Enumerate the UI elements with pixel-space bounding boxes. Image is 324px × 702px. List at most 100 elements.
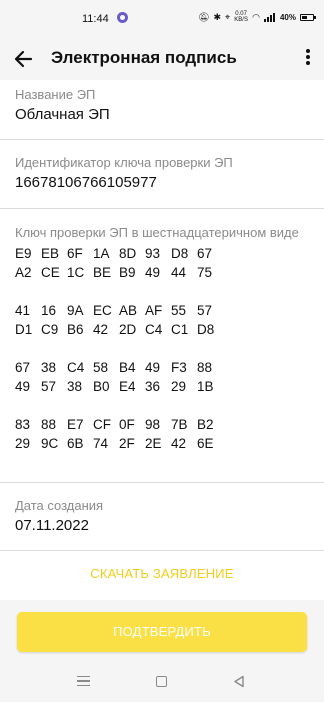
public-key-field: Ключ проверки ЭП в шестнадцатеричном вид…: [15, 225, 315, 453]
key-byte: 55: [171, 303, 187, 318]
key-byte: 75: [197, 265, 213, 280]
created-date-field: Дата создания 07.11.2022: [15, 498, 315, 535]
back-button[interactable]: [10, 46, 38, 72]
key-byte: 1C: [67, 265, 85, 280]
key-byte: 6B: [67, 436, 84, 451]
key-byte: 7B: [171, 417, 188, 432]
key-byte: 9A: [67, 303, 84, 318]
key-byte: 6E: [197, 436, 214, 451]
key-byte: 88: [41, 417, 57, 432]
home-icon[interactable]: [156, 676, 167, 687]
key-byte: 58: [93, 360, 109, 375]
key-byte: 1B: [197, 379, 214, 394]
key-byte: 2F: [119, 436, 135, 451]
key-byte: AB: [119, 303, 138, 318]
key-byte: E7: [67, 417, 84, 432]
key-byte: D8: [197, 322, 215, 337]
key-byte: C9: [41, 322, 59, 337]
key-byte: 8D: [119, 246, 137, 261]
public-key-label: Ключ проверки ЭП в шестнадцатеричном вид…: [15, 225, 299, 240]
key-row: 67 38 C4 58 B4 49 F3 88: [15, 358, 315, 377]
key-byte: 74: [93, 436, 109, 451]
key-byte: B0: [93, 379, 110, 394]
key-byte: 93: [145, 246, 161, 261]
key-byte: 49: [145, 360, 161, 375]
divider: [0, 482, 324, 483]
key-byte: C1: [171, 322, 189, 337]
download-application-link[interactable]: СКАЧАТЬ ЗАЯВЛЕНИЕ: [0, 566, 324, 581]
key-byte: 1A: [93, 246, 110, 261]
divider: [0, 550, 324, 551]
key-byte: 57: [41, 379, 57, 394]
key-byte: 16: [41, 303, 57, 318]
key-byte: 67: [197, 246, 213, 261]
key-byte: EB: [41, 246, 60, 261]
key-byte: 42: [171, 436, 187, 451]
key-byte: BE: [93, 265, 112, 280]
key-row: 41 16 9A EC AB AF 55 57: [15, 301, 315, 320]
key-row: 49 57 38 B0 E4 36 29 1B: [15, 377, 315, 396]
key-byte: 57: [197, 303, 213, 318]
key-byte: 9C: [41, 436, 59, 451]
battery-icon: [300, 13, 316, 21]
battery-percent: 40%: [279, 12, 296, 22]
app-bar: Электронная подпись: [0, 38, 324, 80]
created-date-label: Дата создания: [15, 498, 104, 513]
key-byte: 2D: [119, 322, 137, 337]
page-title: Электронная подпись: [51, 48, 237, 67]
recent-apps-icon[interactable]: [77, 676, 90, 687]
status-time: 11:44: [82, 13, 109, 25]
key-group: E9 EB 6F 1A 8D 93 D8 67 A2 CE 1C BE B9 49 44 75: [15, 244, 315, 282]
key-byte: 41: [15, 303, 31, 318]
signature-name-field: Название ЭП Облачная ЭП: [15, 87, 315, 124]
back-triangle-icon[interactable]: [233, 675, 245, 688]
system-nav-bar: [0, 666, 324, 702]
key-byte: 29: [171, 379, 187, 394]
app-notification-icon: [117, 12, 128, 23]
key-id-field: Идентификатор ключа проверки ЭП 16678106…: [15, 155, 315, 192]
key-byte: B6: [67, 322, 84, 337]
key-byte: AF: [145, 303, 163, 318]
key-byte: E9: [15, 246, 32, 261]
arrow-left-icon: [14, 50, 33, 68]
network-speed: 0.07 KB/S: [234, 11, 248, 23]
mute-icon: 🔕︎: [198, 12, 210, 22]
key-byte: 0F: [119, 417, 135, 432]
key-row: D1 C9 B6 42 2D C4 C1 D8: [15, 320, 315, 339]
signature-name-label: Название ЭП: [15, 87, 96, 102]
key-byte: B9: [119, 265, 136, 280]
key-byte: B4: [119, 360, 136, 375]
divider: [0, 208, 324, 209]
key-byte: C4: [67, 360, 85, 375]
key-byte: A2: [15, 265, 32, 280]
key-row: 29 9C 6B 74 2F 2E 42 6E: [15, 434, 315, 453]
key-byte: 44: [171, 265, 187, 280]
public-key-hex: E9 EB 6F 1A 8D 93 D8 67 A2 CE 1C BE B9 49 44 75 41 16 9A EC…: [15, 244, 315, 453]
key-byte: 49: [145, 265, 161, 280]
key-id-label: Идентификатор ключа проверки ЭП: [15, 155, 233, 170]
more-menu-button[interactable]: [304, 49, 312, 69]
key-byte: 88: [197, 360, 213, 375]
key-byte: C4: [145, 322, 163, 337]
confirm-button[interactable]: ПОДТВЕРДИТЬ: [17, 612, 307, 652]
key-byte: E4: [119, 379, 136, 394]
key-byte: 67: [15, 360, 31, 375]
key-byte: CE: [41, 265, 60, 280]
key-byte: 6F: [67, 246, 83, 261]
key-byte: CF: [93, 417, 111, 432]
location-icon: ⌖: [225, 12, 231, 22]
status-bar: 11:44 🔕︎ ✱ ⌖ 0.07 KB/S ◠ 40%: [0, 0, 324, 38]
key-byte: 36: [145, 379, 161, 394]
signature-name-value: Облачная ЭП: [15, 106, 110, 123]
key-group: 67 38 C4 58 B4 49 F3 88 49 57 38 B0 E4 36 29 1B: [15, 358, 315, 396]
key-byte: 42: [93, 322, 109, 337]
key-byte: 2E: [145, 436, 162, 451]
key-row: 83 88 E7 CF 0F 98 7B B2: [15, 415, 315, 434]
network-speed-unit: KB/S: [234, 17, 248, 23]
key-byte: 98: [145, 417, 161, 432]
wifi-icon: ◠: [252, 12, 260, 22]
signal-icon: [263, 12, 276, 22]
key-byte: 29: [15, 436, 31, 451]
key-group: 83 88 E7 CF 0F 98 7B B2 29 9C 6B 74 2F 2E 42 6E: [15, 415, 315, 453]
status-icons: 🔕︎ ✱ ⌖ 0.07 KB/S ◠ 40%: [198, 11, 316, 23]
